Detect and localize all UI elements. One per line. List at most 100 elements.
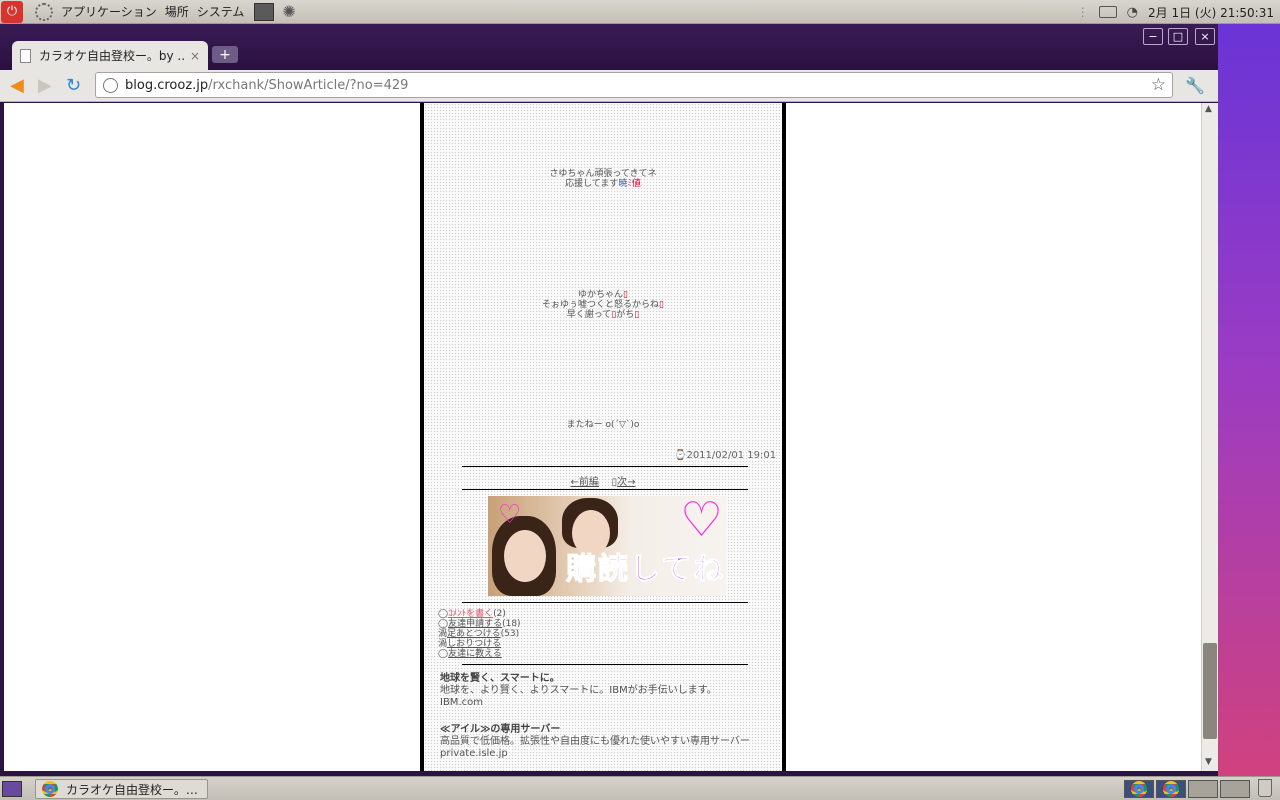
taskbar-item-browser[interactable]: カラオケ自由登校ー。… <box>35 779 208 799</box>
menu-applications[interactable]: アプリケーション <box>61 3 157 20</box>
vertical-scrollbar[interactable]: ▲ ▼ <box>1201 103 1218 771</box>
url-path: /rxchank/ShowArticle/?no=429 <box>208 77 409 93</box>
bottom-panel: カラオケ自由登校ー。… <box>0 776 1280 800</box>
chrome-icon <box>1163 781 1179 797</box>
menu-places[interactable]: 場所 <box>165 3 189 20</box>
pager: ←前編 ▯次→ <box>424 473 782 488</box>
top-panel: ⏻ アプリケーション 場所 システム ✺ ⋮ ◔ 2月 1日 (火) 21:50… <box>0 0 1280 24</box>
taskbar-label: カラオケ自由登校ー。… <box>66 782 198 797</box>
count: (2) <box>493 609 506 619</box>
chrome-icon <box>42 781 58 797</box>
footprint-link[interactable]: 足あとつける <box>447 629 501 639</box>
count: (53) <box>500 629 520 639</box>
browser-toolbar: ◀ ▶ ↻ blog.crooz.jp/rxchank/ShowArticle/… <box>0 70 1218 102</box>
prev-link[interactable]: ←前編 <box>570 477 598 488</box>
message-text: 早く謝って <box>566 310 612 320</box>
workspace-4[interactable] <box>1220 780 1250 798</box>
message-text: ゆかちゃん <box>578 290 624 300</box>
bullet: ◯ <box>438 619 449 629</box>
wrench-icon[interactable]: 🔧 <box>1185 76 1205 95</box>
brightness-icon[interactable]: ✺ <box>282 2 295 21</box>
show-desktop-icon[interactable] <box>2 781 22 797</box>
trash-icon[interactable] <box>1258 779 1272 797</box>
terminal-launcher-icon[interactable] <box>254 2 275 21</box>
back-arrow-icon[interactable]: ◀ <box>10 76 24 96</box>
ad-source[interactable]: private.isle.jp <box>440 748 770 760</box>
bookmark-star-icon[interactable]: ☆ <box>1151 75 1166 95</box>
url-host: blog.crooz.jp <box>125 77 209 93</box>
ubuntu-logo-icon[interactable] <box>35 2 53 21</box>
divider <box>462 602 748 603</box>
post-date: ⌚2011/02/01 19:01 <box>674 450 776 461</box>
write-comment-link[interactable]: ｺﾒﾝﾄを書く <box>448 609 493 619</box>
message-text: 応援してます <box>565 179 619 189</box>
message-text: そぉゆぅ嘘つくと怒るからね <box>542 300 660 310</box>
message-line: 応援してます暁ﾐ値 <box>424 179 782 189</box>
browser-window: − □ × カラオケ自由登校ー。by ... × + ◀ ▶ ↻ blog.cr… <box>0 24 1218 776</box>
photo-face <box>504 530 546 582</box>
scroll-up-arrow-icon[interactable]: ▲ <box>1205 104 1212 114</box>
scroll-down-arrow-icon[interactable]: ▼ <box>1205 757 1212 767</box>
forward-arrow-icon[interactable]: ▶ <box>38 76 52 96</box>
message-line: またねー o(´▽`)o <box>566 420 640 430</box>
page-viewport: さゆちゃん頑張ってきてネ 応援してます暁ﾐ値 ゆかちゃん▯ そぉゆぅ嘘つくと怒る… <box>4 103 1201 771</box>
friend-request-link[interactable]: 友達申請する <box>448 619 502 629</box>
divider <box>462 466 748 467</box>
blog-column: さゆちゃん頑張ってきてネ 応援してます暁ﾐ値 ゆかちゃん▯ そぉゆぅ嘘つくと怒る… <box>420 103 786 771</box>
close-window-button[interactable]: × <box>1195 28 1215 45</box>
keyboard-icon[interactable] <box>1098 6 1117 18</box>
list-item: 渦しおりつける <box>438 639 521 649</box>
message-line: 早く謝って▯がち▯ <box>424 310 782 320</box>
clock-icon: ⌚ <box>674 450 687 461</box>
globe-icon <box>103 77 118 93</box>
heart-icon: ♡ <box>498 500 522 530</box>
missing-glyph-icon: ▯ <box>623 290 628 300</box>
ad-title[interactable]: ≪アイル≫の専用サーバー <box>440 724 770 736</box>
message-line: そぉゆぅ嘘つくと怒るからね▯ <box>424 300 782 310</box>
list-item: 渦足あとつける(53) <box>438 629 521 639</box>
desktop-background <box>1218 24 1280 776</box>
wifi-icon[interactable]: ◔ <box>1127 5 1138 20</box>
reload-icon[interactable]: ↻ <box>66 76 81 96</box>
workspace-2[interactable] <box>1156 780 1186 798</box>
workspace-3[interactable] <box>1188 780 1218 798</box>
chrome-icon <box>1131 781 1147 797</box>
divider <box>462 489 748 490</box>
missing-glyph-icon: ▯ <box>634 310 640 320</box>
power-icon[interactable]: ⏻ <box>1 0 23 23</box>
bullet: ◯ <box>438 649 449 659</box>
new-tab-button[interactable]: + <box>212 46 238 63</box>
heart-icon: ♡ <box>680 496 724 548</box>
list-item: ◯友達に教える <box>438 649 521 659</box>
menu-system[interactable]: システム <box>197 3 245 20</box>
minimize-button[interactable]: − <box>1143 28 1163 45</box>
post-date-text: 2011/02/01 19:01 <box>686 450 777 461</box>
ad-title[interactable]: 地球を賢く、スマートに。 <box>440 673 770 685</box>
list-item: ◯ｺﾒﾝﾄを書く(2) <box>438 609 521 619</box>
bookmark-link[interactable]: しおりつける <box>447 639 501 649</box>
subscribe-photo[interactable]: ♡ ♡ 購読してね <box>488 496 726 596</box>
ad-block[interactable]: 地球を賢く、スマートに。 地球を、より賢く、よりスマートに。IBMがお手伝いしま… <box>440 673 770 709</box>
next-link[interactable]: 次→ <box>617 477 635 488</box>
ad-body: 地球を、より賢く、よりスマートに。IBMがお手伝いします。 <box>440 685 717 696</box>
scroll-thumb[interactable] <box>1203 643 1217 739</box>
emoji-char: 値 <box>631 179 641 189</box>
list-item: ◯友達申請する(18) <box>438 619 521 629</box>
clock[interactable]: 2月 1日 (火) 21:50:31 <box>1148 4 1274 21</box>
address-bar[interactable]: blog.crooz.jp/rxchank/ShowArticle/?no=42… <box>95 72 1173 98</box>
ad-block[interactable]: ≪アイル≫の専用サーバー 高品質で低価格。拡張性や自由度にも優れた使いやすい専用… <box>440 724 770 760</box>
bullet: ◯ <box>438 609 449 619</box>
page-icon <box>20 48 31 63</box>
ad-source[interactable]: IBM.com <box>440 697 770 709</box>
maximize-button[interactable]: □ <box>1168 28 1188 45</box>
browser-titlebar: − □ × カラオケ自由登校ー。by ... × + <box>0 24 1218 70</box>
tab-title: カラオケ自由登校ー。by ... <box>39 49 184 63</box>
ad-body: 高品質で低価格。拡張性や自由度にも優れた使いやすい専用サーバー <box>440 736 750 747</box>
tell-friend-link[interactable]: 友達に教える <box>448 649 502 659</box>
tray-separator: ⋮ <box>1076 5 1089 19</box>
missing-glyph-icon: ▯ <box>659 300 664 310</box>
message-line: さゆちゃん頑張ってきてネ <box>549 169 657 179</box>
tab-close-icon[interactable]: × <box>190 49 200 63</box>
workspace-1[interactable] <box>1124 780 1154 798</box>
tab-active[interactable]: カラオケ自由登校ー。by ... × <box>12 41 208 70</box>
